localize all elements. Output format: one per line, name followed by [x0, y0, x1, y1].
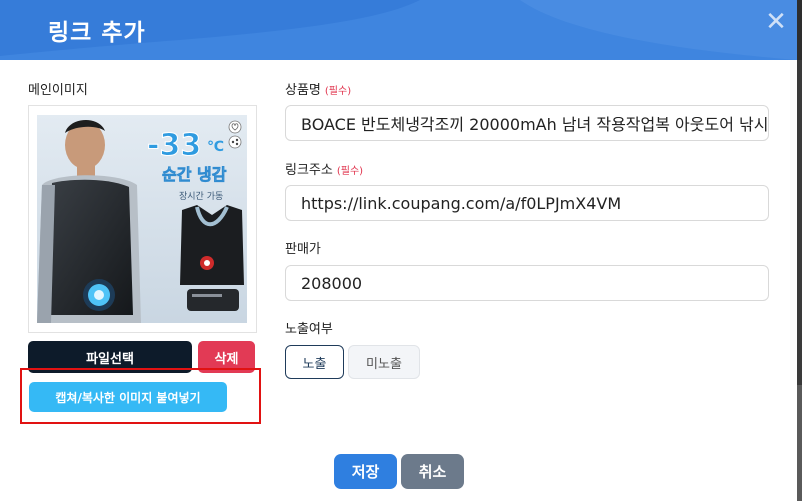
cancel-button[interactable]: 취소 [401, 454, 464, 489]
visibility-option-show[interactable]: 노출 [285, 345, 344, 379]
temperature-unit: ℃ [207, 139, 224, 155]
dialog-title: 링크 추가 [48, 20, 146, 46]
visibility-label: 노출여부 [285, 322, 333, 337]
link-url-label-text: 링크주소 [285, 163, 333, 178]
product-name-input[interactable]: BOACE 반도체냉각조끼 20000mAh 남녀 작용작업복 아웃도어 낚시 [285, 105, 769, 141]
link-url-label: 링크주소 (필수) [285, 159, 363, 178]
link-url-input[interactable]: https://link.coupang.com/a/f0LPJmX4VM [285, 185, 769, 221]
close-icon[interactable]: ✕ [762, 8, 790, 36]
price-label: 판매가 [285, 242, 321, 257]
product-name-label: 상품명 (필수) [285, 79, 351, 98]
product-name-label-text: 상품명 [285, 83, 321, 98]
required-mark: (필수) [324, 86, 352, 97]
main-image-preview: -33 ℃ 순간 냉감 장시간 가동 [28, 105, 257, 333]
image-subline: 장시간 가동 [179, 191, 223, 202]
paste-image-button[interactable]: 캡쳐/복사한 이미지 붙여넣기 [29, 382, 227, 412]
save-button[interactable]: 저장 [334, 454, 397, 489]
temperature-text: -33 [147, 128, 201, 163]
required-mark: (필수) [336, 166, 364, 177]
background-overlay [797, 0, 802, 501]
product-image: -33 ℃ 순간 냉감 장시간 가동 [37, 115, 247, 323]
background-panel [797, 385, 802, 501]
product-image-art: -33 ℃ 순간 냉감 장시간 가동 [37, 115, 247, 323]
link-add-dialog: 링크 추가 ✕ 메인이미지 -33 ℃ 순간 냉감 장시간 가동 파일선택 삭제… [0, 0, 797, 501]
background-panel [797, 60, 802, 385]
price-input[interactable]: 208000 [285, 265, 769, 301]
visibility-option-hide[interactable]: 미노출 [348, 345, 420, 379]
main-image-label: 메인이미지 [28, 83, 88, 98]
dialog-header: 링크 추가 ✕ [0, 0, 797, 60]
image-headline: 순간 냉감 [162, 165, 227, 184]
